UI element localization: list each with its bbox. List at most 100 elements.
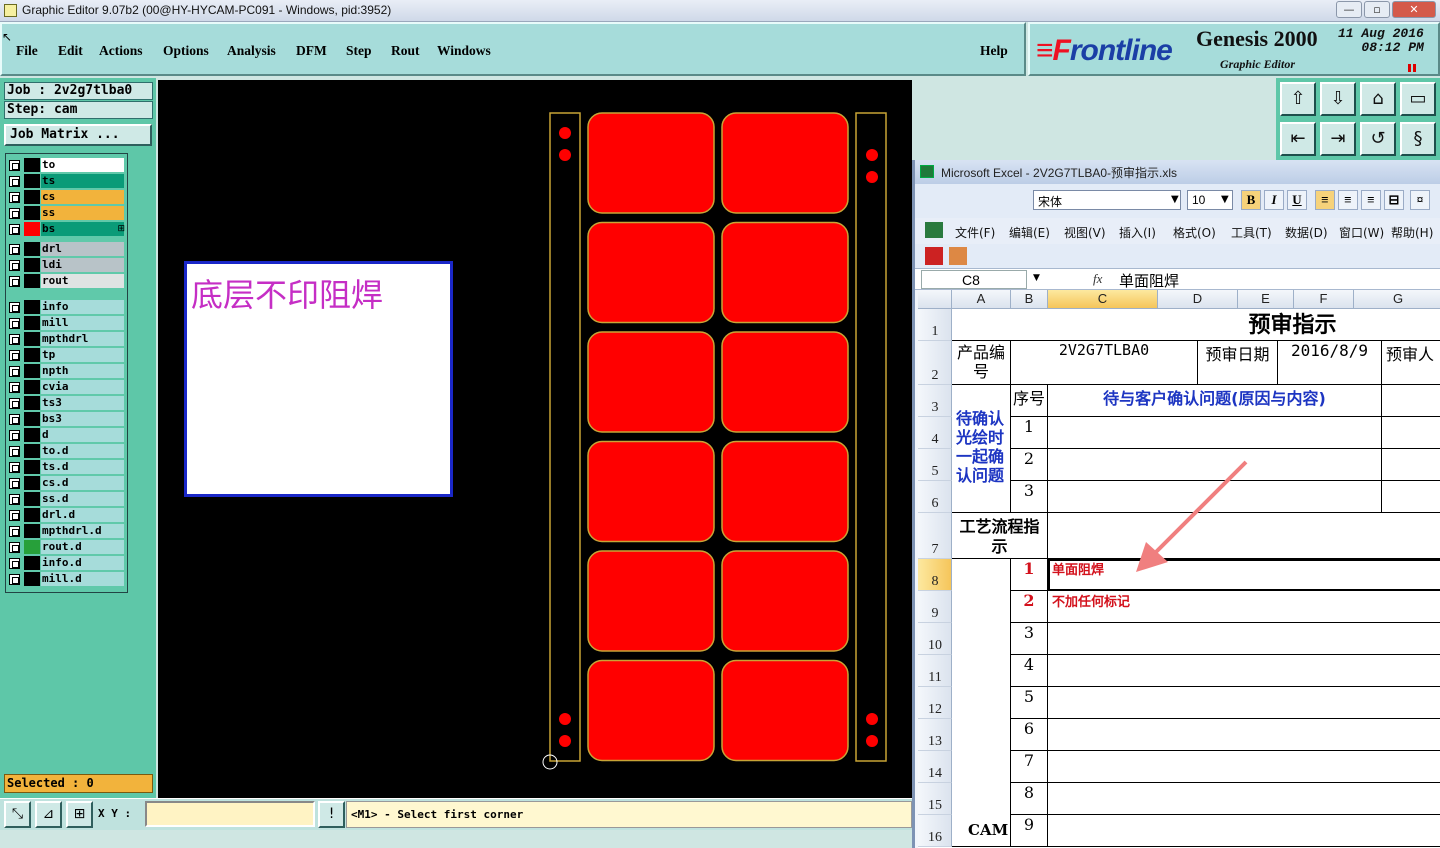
layer-row-ldi[interactable]: ldi [6,257,129,273]
layer-checkbox[interactable] [9,260,20,271]
layer-row-cs[interactable]: cs [6,189,129,205]
layer-row-tp[interactable]: tp [6,347,129,363]
issue-cell[interactable] [1048,417,1382,449]
layer-checkbox[interactable] [9,446,20,457]
layer-swatch[interactable] [24,476,40,490]
xy-input[interactable] [145,801,315,827]
process-item[interactable] [1048,655,1440,687]
process-item[interactable] [1048,623,1440,655]
layer-swatch[interactable] [24,428,40,442]
row-header-12[interactable]: 12 [918,687,952,719]
layer-checkbox[interactable] [9,526,20,537]
layer-swatch[interactable] [24,508,40,522]
s-icon[interactable]: § [1400,122,1436,156]
layer-row-to-d[interactable]: to.d [6,443,129,459]
process-number[interactable]: 5 [1011,687,1048,719]
layer-row-mill[interactable]: mill [6,315,129,331]
bold-button[interactable]: B [1241,190,1261,210]
job-matrix-button[interactable]: Job Matrix ... [4,124,152,146]
layer-checkbox[interactable] [9,430,20,441]
layer-swatch[interactable] [24,380,40,394]
seq-number[interactable]: 1 [1011,417,1048,449]
process-number[interactable]: 3 [1011,623,1048,655]
menu-windows[interactable]: Windows [437,43,491,59]
process-number[interactable]: 7 [1011,751,1048,783]
layer-row-npth[interactable]: npth [6,363,129,379]
graphic-canvas[interactable]: 底层不印阻焊 [158,80,912,798]
layer-swatch[interactable] [24,274,40,288]
layer-swatch[interactable] [24,572,40,586]
layer-swatch[interactable] [24,524,40,538]
process-number[interactable]: 6 [1011,719,1048,751]
layer-swatch[interactable] [24,206,40,220]
layer-swatch[interactable] [24,444,40,458]
layer-row-mpthdrl[interactable]: mpthdrl [6,331,129,347]
layer-swatch[interactable] [24,222,40,236]
process-number[interactable]: 4 [1011,655,1048,687]
layer-checkbox[interactable] [9,574,20,585]
row-header-5[interactable]: 5 [918,449,952,481]
menu-options[interactable]: Options [163,43,209,59]
layer-swatch[interactable] [24,332,40,346]
issue-extra-cell[interactable] [1382,481,1440,513]
chevron-down-icon[interactable]: ▼ [1171,194,1179,205]
process-number[interactable]: 2 [1011,591,1048,623]
layer-checkbox[interactable] [9,462,20,473]
process-item[interactable] [1048,719,1440,751]
layer-checkbox[interactable] [9,398,20,409]
layer-row-rout-d[interactable]: rout.d [6,539,129,555]
layer-row-info[interactable]: info [6,299,129,315]
underline-button[interactable]: U [1287,190,1307,210]
product-value[interactable]: 2V2G7TLBA0 [1011,341,1198,385]
name-box[interactable]: C8 [921,270,1027,289]
layer-row-to[interactable]: to [6,157,129,173]
process-label[interactable]: 工艺流程指示 [952,513,1048,559]
row-header-7[interactable]: 7 [918,513,952,559]
layer-checkbox[interactable] [9,244,20,255]
issue-extra-cell[interactable] [1382,449,1440,481]
layer-swatch[interactable] [24,258,40,272]
pdf-icon[interactable] [925,247,943,265]
layer-row-rout[interactable]: rout [6,273,129,289]
row-header-4[interactable]: 4 [918,417,952,449]
layer-row-d[interactable]: d [6,427,129,443]
process-item[interactable] [1048,783,1440,815]
grid-icon[interactable]: ⊞ [66,801,93,828]
layer-swatch[interactable] [24,242,40,256]
layer-row-ss[interactable]: ss [6,205,129,221]
layer-row-mill-d[interactable]: mill.d [6,571,129,587]
layer-checkbox[interactable] [9,366,20,377]
window-icon[interactable]: ▭ [1400,82,1436,116]
layer-swatch[interactable] [24,174,40,188]
menu-actions[interactable]: Actions [99,43,143,59]
layer-checkbox[interactable] [9,414,20,425]
download-icon[interactable]: ⇩ [1320,82,1356,116]
layer-row-ss-d[interactable]: ss.d [6,491,129,507]
font-name-select[interactable]: 宋体 [1033,190,1181,210]
process-number[interactable]: 8 [1011,783,1048,815]
layer-checkbox[interactable] [9,276,20,287]
exit-left-icon[interactable]: ⇤ [1280,122,1316,156]
chevron-down-icon[interactable]: ▼ [1033,273,1040,283]
col-header-D[interactable]: D [1158,290,1238,309]
reviewer-label[interactable]: 预审人 [1382,341,1440,385]
layer-swatch[interactable] [24,412,40,426]
exit-right-icon[interactable]: ⇥ [1320,122,1356,156]
col-header-A[interactable]: A [952,290,1011,309]
layer-checkbox[interactable] [9,510,20,521]
cam-area[interactable] [952,559,1011,847]
layer-checkbox[interactable] [9,558,20,569]
menu-file[interactable]: File [16,43,38,59]
layer-row-drl-d[interactable]: drl.d [6,507,129,523]
excel-menu-help[interactable]: 帮助(H) [1391,224,1433,241]
layer-checkbox[interactable] [9,224,20,235]
layer-checkbox[interactable] [9,192,20,203]
col-header-E[interactable]: E [1238,290,1294,309]
excel-menu-insert[interactable]: 插入(I) [1119,224,1156,241]
layer-row-ts3[interactable]: ts3 [6,395,129,411]
layer-swatch[interactable] [24,492,40,506]
menu-dfm[interactable]: DFM [296,43,327,59]
issue-header-extra[interactable] [1382,385,1440,417]
col-header-B[interactable]: B [1011,290,1048,309]
row-header-3[interactable]: 3 [918,385,952,417]
